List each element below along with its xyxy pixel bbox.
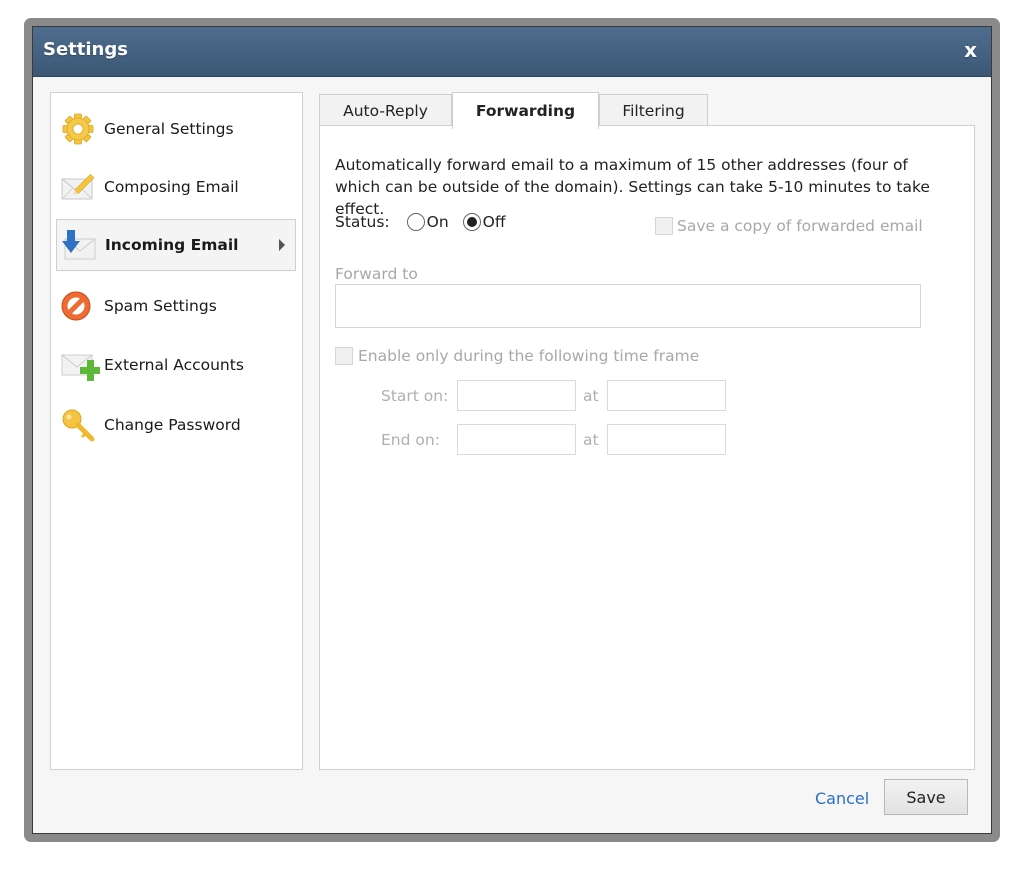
forwarding-panel: Automatically forward email to a maximum… bbox=[319, 125, 975, 770]
dialog-title: Settings bbox=[43, 39, 128, 60]
tab-forwarding[interactable]: Forwarding bbox=[452, 92, 599, 129]
close-button[interactable]: x bbox=[964, 38, 977, 62]
forward-to-input[interactable] bbox=[335, 284, 921, 328]
envelope-add-icon bbox=[60, 347, 101, 383]
status-on-radio[interactable] bbox=[406, 213, 425, 231]
envelope-pencil-icon bbox=[60, 169, 100, 205]
end-date-input[interactable] bbox=[457, 424, 576, 455]
status-off-radio[interactable] bbox=[462, 213, 481, 231]
save-button[interactable]: Save bbox=[884, 779, 968, 815]
save-copy-checkbox[interactable] bbox=[655, 217, 673, 235]
start-on-label: Start on: bbox=[381, 387, 449, 405]
sidebar-item-label: General Settings bbox=[104, 120, 234, 138]
sidebar-item-composing-email[interactable]: Composing Email bbox=[56, 161, 296, 213]
sidebar-item-incoming-email[interactable]: Incoming Email bbox=[56, 219, 296, 271]
status-on-label[interactable]: On bbox=[427, 213, 449, 231]
sidebar-item-label: Composing Email bbox=[104, 178, 239, 196]
start-at-label: at bbox=[583, 387, 599, 405]
cancel-button[interactable]: Cancel bbox=[815, 789, 869, 808]
gear-icon bbox=[60, 111, 100, 147]
tab-auto-reply[interactable]: Auto-Reply bbox=[319, 94, 452, 127]
sidebar-item-external-accounts[interactable]: External Accounts bbox=[56, 339, 296, 391]
timeframe-checkbox[interactable] bbox=[335, 347, 353, 365]
sidebar-item-label: Change Password bbox=[104, 416, 241, 434]
status-row: Status: On Off bbox=[335, 213, 506, 231]
key-icon bbox=[60, 407, 100, 443]
title-bar: Settings x bbox=[33, 27, 991, 77]
chevron-right-icon bbox=[279, 239, 285, 251]
settings-dialog: Settings x General Settings Composing Em… bbox=[32, 26, 992, 834]
timeframe-label: Enable only during the following time fr… bbox=[358, 347, 700, 365]
status-label: Status: bbox=[335, 213, 390, 231]
forward-to-label: Forward to bbox=[335, 265, 418, 283]
sidebar-item-change-password[interactable]: Change Password bbox=[56, 399, 296, 451]
sidebar-item-spam-settings[interactable]: Spam Settings bbox=[56, 280, 296, 332]
save-copy-option: Save a copy of forwarded email bbox=[655, 217, 923, 235]
end-time-input[interactable] bbox=[607, 424, 726, 455]
sidebar-item-label: Spam Settings bbox=[104, 297, 217, 315]
start-time-input[interactable] bbox=[607, 380, 726, 411]
status-off-label[interactable]: Off bbox=[483, 213, 506, 231]
end-at-label: at bbox=[583, 431, 599, 449]
start-date-input[interactable] bbox=[457, 380, 576, 411]
settings-sidebar: General Settings Composing Email Incomin… bbox=[50, 92, 303, 770]
tab-filtering[interactable]: Filtering bbox=[599, 94, 708, 127]
prohibited-icon bbox=[60, 288, 100, 324]
save-copy-label: Save a copy of forwarded email bbox=[677, 217, 923, 235]
forwarding-description: Automatically forward email to a maximum… bbox=[335, 156, 930, 218]
sidebar-item-label: Incoming Email bbox=[105, 236, 239, 254]
end-on-label: End on: bbox=[381, 431, 440, 449]
timeframe-option: Enable only during the following time fr… bbox=[335, 347, 699, 365]
sidebar-item-general-settings[interactable]: General Settings bbox=[56, 103, 296, 155]
envelope-download-icon bbox=[61, 227, 101, 263]
sidebar-item-label: External Accounts bbox=[104, 356, 244, 374]
